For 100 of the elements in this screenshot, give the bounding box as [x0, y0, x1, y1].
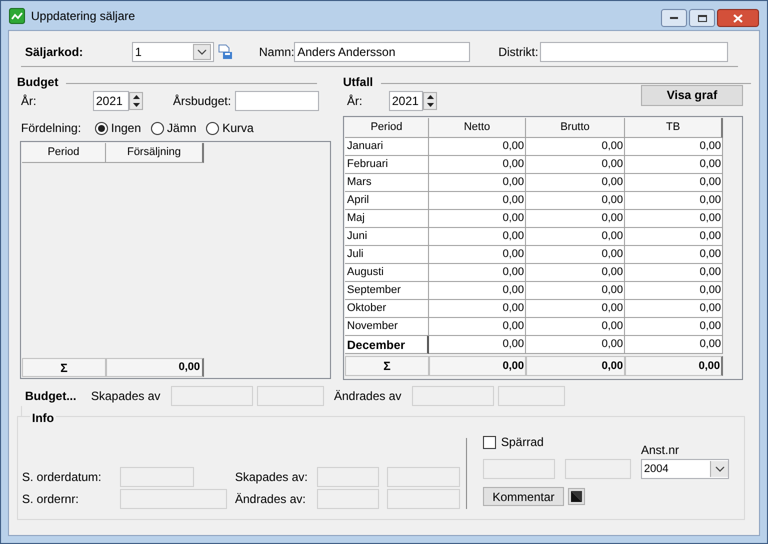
district-field[interactable] — [540, 42, 728, 62]
blocked-checkbox[interactable] — [483, 436, 496, 448]
table-cell: 0,00 — [526, 156, 625, 174]
table-cell: 0,00 — [625, 300, 723, 318]
maximize-icon — [698, 14, 706, 22]
changed-date-field[interactable] — [498, 386, 565, 406]
employee-combo[interactable]: 2004 — [641, 459, 729, 479]
period-cell: Mars — [345, 174, 429, 192]
up-arrow-icon — [132, 95, 140, 99]
table-cell: 0,00 — [625, 336, 723, 354]
table-cell: 0,00 — [625, 192, 723, 210]
code-combo[interactable]: 1 — [132, 42, 214, 62]
column-header[interactable]: TB — [625, 118, 723, 138]
field-label: Säljarkod: — [25, 44, 84, 61]
table-cell: 0,00 — [526, 174, 625, 192]
column-header[interactable]: Brutto — [526, 118, 625, 138]
annual-budget-field[interactable] — [235, 91, 319, 111]
minimize-button[interactable] — [661, 9, 687, 27]
table-cell: 0,00 — [526, 336, 625, 354]
table-cell: 0,00 — [429, 246, 526, 264]
period-cell: April — [345, 192, 429, 210]
close-icon — [733, 14, 743, 22]
created-by-field[interactable] — [317, 466, 379, 486]
caret-icon — [714, 466, 724, 472]
down-arrow-icon — [426, 103, 434, 107]
field-label: Fördelning: — [21, 120, 82, 137]
table-cell: 0,00 — [429, 192, 526, 210]
period-cell: September — [345, 282, 429, 300]
close-button[interactable] — [717, 9, 759, 27]
table-cell: 0,00 — [429, 336, 526, 354]
table-cell: 0,00 — [625, 174, 723, 192]
table-cell: 0,00 — [625, 246, 723, 264]
created-date-field[interactable] — [387, 466, 460, 486]
spin-buttons[interactable] — [129, 92, 143, 110]
field-label: År: — [347, 93, 364, 110]
table-cell: 0,00 — [526, 138, 625, 156]
changed-date-field[interactable] — [387, 488, 460, 508]
field-label: Årsbudget: — [173, 93, 232, 110]
field-label: Ändrades av: — [235, 490, 307, 508]
table-cell: 0,00 — [625, 210, 723, 228]
comment-button[interactable]: Kommentar — [483, 487, 564, 506]
sum-symbol: Σ — [345, 356, 429, 376]
created-date-field[interactable] — [257, 386, 324, 406]
column-header[interactable]: Period — [22, 143, 106, 163]
up-arrow-icon — [426, 95, 434, 99]
color-button[interactable] — [568, 488, 585, 505]
created-by-field[interactable] — [171, 386, 253, 406]
column-header[interactable]: Försäljning — [106, 143, 204, 163]
table-cell: 0,00 — [526, 318, 625, 336]
period-cell: Oktober — [345, 300, 429, 318]
section-title: Utfall — [343, 74, 373, 91]
field-label: Skapades av — [91, 388, 162, 405]
sum-value: 0,00 — [526, 356, 625, 376]
changed-by-field[interactable] — [412, 386, 494, 406]
period-cell: Maj — [345, 210, 429, 228]
show-graph-button[interactable]: Visa graf — [641, 84, 743, 106]
column-header[interactable]: Period — [345, 118, 429, 138]
sum-symbol: Σ — [22, 358, 106, 377]
period-cell: Juni — [345, 228, 429, 246]
table-cell: 0,00 — [625, 228, 723, 246]
table-cell: 0,00 — [526, 264, 625, 282]
table-cell: 0,00 — [526, 300, 625, 318]
info-field[interactable] — [483, 459, 555, 479]
spin-buttons[interactable] — [423, 92, 437, 110]
option-label: Ingen — [111, 120, 142, 137]
period-cell: December — [345, 336, 429, 354]
square-icon — [571, 491, 582, 502]
info-field[interactable] — [565, 459, 631, 479]
radio-button[interactable] — [206, 122, 220, 134]
period-cell: Januari — [345, 138, 429, 156]
employee-label: Anst.nr — [641, 442, 680, 459]
field-label: Skapades av: — [235, 468, 309, 486]
app-icon — [9, 8, 25, 24]
name-field[interactable]: Anders Andersson — [294, 42, 470, 62]
checkbox-label: Spärrad — [501, 434, 544, 451]
year-field[interactable]: 2021 — [389, 91, 423, 111]
table-cell: 0,00 — [625, 264, 723, 282]
table-cell: 0,00 — [429, 300, 526, 318]
table-cell: 0,00 — [625, 156, 723, 174]
order-date-field[interactable] — [120, 466, 194, 486]
table-cell: 0,00 — [526, 210, 625, 228]
field-label: Distrikt: — [498, 44, 540, 61]
table-cell: 0,00 — [429, 228, 526, 246]
field-label: S. ordernr: — [22, 490, 80, 508]
maximize-button[interactable] — [689, 9, 715, 27]
table-cell: 0,00 — [526, 282, 625, 300]
table-cell: 0,00 — [429, 138, 526, 156]
table-cell: 0,00 — [429, 210, 526, 228]
period-cell: Februari — [345, 156, 429, 174]
order-number-field[interactable] — [120, 488, 227, 508]
down-arrow-icon — [132, 103, 140, 107]
changed-by-field[interactable] — [317, 488, 379, 508]
field-label: Budget... — [25, 388, 78, 405]
table-cell: 0,00 — [526, 246, 625, 264]
save-icon[interactable] — [217, 44, 233, 60]
radio-button[interactable] — [151, 122, 164, 134]
column-header[interactable]: Netto — [429, 118, 526, 138]
year-field[interactable]: 2021 — [93, 91, 129, 111]
radio-button[interactable] — [95, 122, 108, 134]
section-title: Budget — [17, 74, 58, 91]
